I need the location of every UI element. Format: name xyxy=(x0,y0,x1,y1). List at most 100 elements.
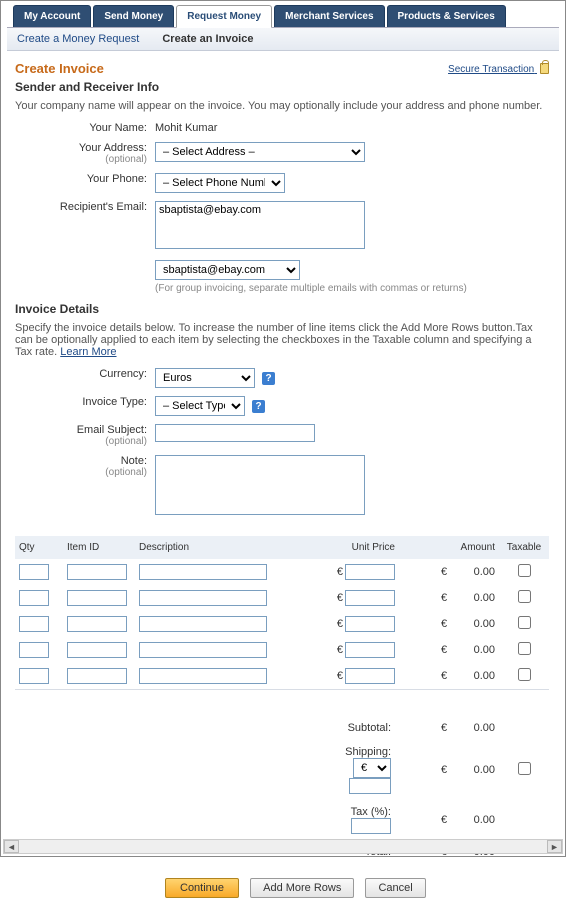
input-item-id[interactable] xyxy=(67,564,127,580)
textarea-recipient-email[interactable]: sbaptista@ebay.com xyxy=(155,201,365,249)
input-item-id[interactable] xyxy=(67,616,127,632)
euro-symbol: € xyxy=(337,592,343,604)
input-tax[interactable] xyxy=(351,818,391,834)
th-taxable: Taxable xyxy=(499,536,549,559)
sub-tabs: Create a Money Request Create an Invoice xyxy=(7,27,559,51)
subtotal-value: 0.00 xyxy=(474,722,495,734)
table-row: € € 0.00 xyxy=(15,611,549,637)
input-description[interactable] xyxy=(139,590,267,606)
label-your-name: Your Name: xyxy=(15,122,155,134)
input-unit-price[interactable] xyxy=(345,616,395,632)
checkbox-taxable[interactable] xyxy=(518,642,531,655)
label-invoice-type: Invoice Type: xyxy=(15,396,155,408)
euro-symbol: € xyxy=(337,566,343,578)
input-item-id[interactable] xyxy=(67,642,127,658)
amount-value: 0.00 xyxy=(474,592,495,604)
euro-symbol: € xyxy=(441,764,447,776)
line-items-table: Qty Item ID Description Unit Price Amoun… xyxy=(15,536,549,864)
select-phone[interactable]: – Select Phone Number – xyxy=(155,173,285,193)
optional-address: (optional) xyxy=(15,154,147,165)
euro-symbol: € xyxy=(441,814,447,826)
euro-symbol: € xyxy=(337,618,343,630)
euro-symbol: € xyxy=(441,566,447,578)
select-address[interactable]: – Select Address – xyxy=(155,142,365,162)
checkbox-shipping-taxable[interactable] xyxy=(518,762,531,775)
main-tabs: My Account Send Money Request Money Merc… xyxy=(7,5,559,28)
label-recipient-email: Recipient's Email: xyxy=(15,201,155,213)
input-description[interactable] xyxy=(139,564,267,580)
euro-symbol: € xyxy=(441,670,447,682)
sender-hint: Your company name will appear on the inv… xyxy=(15,100,549,112)
continue-button[interactable]: Continue xyxy=(165,878,239,898)
group-invoicing-note: (For group invoicing, separate multiple … xyxy=(155,283,549,294)
input-unit-price[interactable] xyxy=(345,590,395,606)
help-icon[interactable]: ? xyxy=(262,372,275,385)
table-row: €€ 0.00 xyxy=(15,637,549,663)
shipping-value: 0.00 xyxy=(474,764,495,776)
label-subtotal: Subtotal: xyxy=(309,716,399,740)
th-unit-price: Unit Price xyxy=(309,536,399,559)
table-row: €€ 0.00 xyxy=(15,585,549,611)
input-unit-price[interactable] xyxy=(345,564,395,580)
input-unit-price[interactable] xyxy=(345,642,395,658)
checkbox-taxable[interactable] xyxy=(518,616,531,629)
tab-send-money[interactable]: Send Money xyxy=(93,5,174,28)
optional-subject: (optional) xyxy=(15,436,147,447)
checkbox-taxable[interactable] xyxy=(518,590,531,603)
select-invoice-type[interactable]: – Select Type – xyxy=(155,396,245,416)
checkbox-taxable[interactable] xyxy=(518,564,531,577)
th-description: Description xyxy=(135,536,309,559)
tab-merchant-services[interactable]: Merchant Services xyxy=(274,5,384,28)
label-email-subject: Email Subject: xyxy=(77,424,147,436)
amount-value: 0.00 xyxy=(474,670,495,682)
secure-transaction-link[interactable]: Secure Transaction xyxy=(448,61,549,75)
input-qty[interactable] xyxy=(19,590,49,606)
label-your-phone: Your Phone: xyxy=(15,173,155,185)
input-email-subject[interactable] xyxy=(155,424,315,442)
th-amount: Amount xyxy=(399,536,499,559)
label-shipping: Shipping: xyxy=(345,746,391,758)
help-icon[interactable]: ? xyxy=(252,400,265,413)
tab-request-money[interactable]: Request Money xyxy=(176,5,272,28)
input-item-id[interactable] xyxy=(67,590,127,606)
lock-icon xyxy=(540,63,549,74)
label-your-address: Your Address: xyxy=(79,142,147,154)
input-unit-price[interactable] xyxy=(345,668,395,684)
learn-more-link[interactable]: Learn More xyxy=(60,346,116,358)
input-qty[interactable] xyxy=(19,642,49,658)
select-recipient-email[interactable]: sbaptista@ebay.com xyxy=(155,260,300,280)
optional-note: (optional) xyxy=(15,467,147,478)
input-description[interactable] xyxy=(139,642,267,658)
amount-value: 0.00 xyxy=(474,566,495,578)
tax-value: 0.00 xyxy=(474,814,495,826)
euro-symbol: € xyxy=(337,670,343,682)
label-note: Note: xyxy=(121,455,147,467)
subtab-create-invoice[interactable]: Create an Invoice xyxy=(162,33,253,45)
input-qty[interactable] xyxy=(19,616,49,632)
add-more-rows-button[interactable]: Add More Rows xyxy=(250,878,354,898)
input-qty[interactable] xyxy=(19,564,49,580)
subtab-create-request[interactable]: Create a Money Request xyxy=(17,33,139,45)
table-row: € € 0.00 xyxy=(15,559,549,585)
input-description[interactable] xyxy=(139,668,267,684)
tab-products-services[interactable]: Products & Services xyxy=(387,5,506,28)
select-currency[interactable]: Euros xyxy=(155,368,255,388)
label-currency: Currency: xyxy=(15,368,155,380)
horizontal-scrollbar[interactable]: ◄ ► xyxy=(3,839,563,854)
select-shipping-currency[interactable]: € xyxy=(353,758,391,778)
input-qty[interactable] xyxy=(19,668,49,684)
input-description[interactable] xyxy=(139,616,267,632)
scroll-right-icon[interactable]: ► xyxy=(547,840,562,853)
euro-symbol: € xyxy=(441,722,447,734)
textarea-note[interactable] xyxy=(155,455,365,515)
scroll-left-icon[interactable]: ◄ xyxy=(4,840,19,853)
input-item-id[interactable] xyxy=(67,668,127,684)
amount-value: 0.00 xyxy=(474,618,495,630)
cancel-button[interactable]: Cancel xyxy=(365,878,425,898)
tab-my-account[interactable]: My Account xyxy=(13,5,91,28)
checkbox-taxable[interactable] xyxy=(518,668,531,681)
euro-symbol: € xyxy=(337,644,343,656)
euro-symbol: € xyxy=(441,618,447,630)
input-shipping[interactable] xyxy=(349,778,391,794)
section-sender-receiver: Sender and Receiver Info xyxy=(15,80,549,94)
